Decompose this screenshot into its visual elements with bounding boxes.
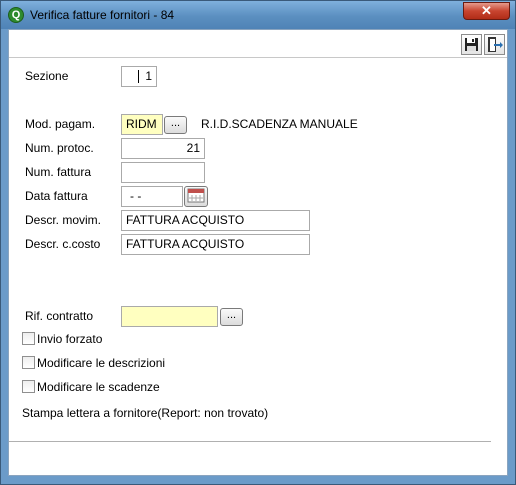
rif-contratto-label: Rif. contratto [25, 309, 94, 323]
num-protoc-field[interactable]: 21 [121, 138, 205, 159]
calendar-button[interactable] [184, 186, 208, 207]
title-bar[interactable]: Q Verifica fatture fornitori - 84 ✕ [1, 1, 515, 29]
floppy-disk-icon [465, 38, 478, 51]
descr-ccosto-field[interactable]: FATTURA ACQUISTO [121, 234, 310, 255]
save-button[interactable] [461, 34, 482, 55]
descr-movim-label: Descr. movim. [25, 213, 102, 227]
data-fattura-label: Data fattura [25, 189, 88, 203]
num-fattura-field[interactable] [121, 162, 205, 183]
sezione-label: Sezione [25, 69, 69, 83]
descr-ccosto-label: Descr. c.costo [25, 237, 101, 251]
rif-contratto-lookup-button[interactable]: ... [220, 308, 243, 326]
modificare-scadenze-label: Modificare le scadenze [37, 380, 160, 394]
app-window: Q Verifica fatture fornitori - 84 ✕ Sezi… [0, 0, 516, 485]
mod-pagam-lookup-button[interactable]: ... [164, 116, 187, 134]
exit-button[interactable] [484, 34, 505, 55]
bottom-divider [9, 441, 491, 442]
mod-pagam-field[interactable]: RIDM [121, 114, 163, 135]
sezione-value: 1 [145, 69, 152, 83]
mod-pagam-description: R.I.D.SCADENZA MANUALE [201, 117, 358, 131]
modificare-descrizioni-checkbox[interactable] [22, 356, 35, 369]
calendar-icon [187, 188, 205, 203]
report-status-text: Stampa lettera a fornitore(Report: non t… [22, 406, 269, 420]
window-title: Verifica fatture fornitori - 84 [30, 8, 175, 22]
rif-contratto-field[interactable] [121, 306, 218, 327]
num-fattura-label: Num. fattura [25, 165, 92, 179]
exit-door-icon [488, 37, 503, 52]
text-cursor [138, 70, 140, 84]
descr-movim-field[interactable]: FATTURA ACQUISTO [121, 210, 310, 231]
data-fattura-field[interactable]: - - [121, 186, 183, 207]
sezione-field[interactable]: 1 [121, 66, 157, 87]
form-panel: Sezione 1 Mod. pagam. RIDM ... R.I.D.SCA… [8, 29, 508, 476]
app-logo-icon: Q [8, 7, 24, 23]
modificare-descrizioni-label: Modificare le descrizioni [37, 356, 166, 370]
close-button[interactable]: ✕ [463, 2, 510, 20]
mod-pagam-label: Mod. pagam. [25, 117, 96, 131]
toolbar-divider [9, 57, 507, 58]
modificare-scadenze-checkbox[interactable] [22, 380, 35, 393]
invio-forzato-checkbox[interactable] [22, 332, 35, 345]
invio-forzato-label: Invio forzato [37, 332, 103, 346]
num-protoc-label: Num. protoc. [25, 141, 94, 155]
